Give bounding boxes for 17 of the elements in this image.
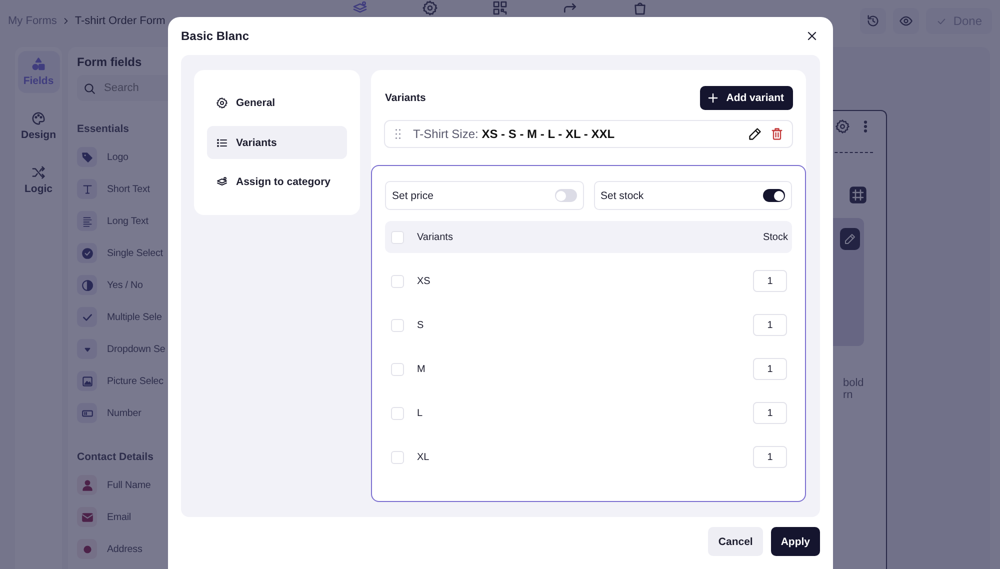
toggle-label: Set stock bbox=[600, 190, 644, 202]
group-heading: Essentials bbox=[77, 123, 130, 135]
card-text: rn bbox=[843, 389, 854, 401]
card-text: bold bbox=[843, 377, 865, 389]
variant-group-label: T-Shirt Size: XS - S - M - L - XL - XXL bbox=[413, 127, 616, 141]
dialog-title: Basic Blanc bbox=[181, 29, 250, 43]
group-heading: Contact Details bbox=[77, 451, 154, 463]
variant-name: S bbox=[417, 320, 425, 330]
panel-title: Form fields bbox=[77, 55, 143, 69]
section-title: Variants bbox=[385, 92, 426, 104]
variant-name: M bbox=[417, 364, 426, 374]
toggle-label: Set price bbox=[392, 190, 434, 202]
column-header: Variants bbox=[417, 232, 454, 242]
variant-name: XL bbox=[417, 452, 430, 462]
variant-name: L bbox=[417, 408, 424, 418]
variant-name: XS bbox=[417, 276, 432, 286]
column-header: Stock bbox=[762, 232, 788, 242]
